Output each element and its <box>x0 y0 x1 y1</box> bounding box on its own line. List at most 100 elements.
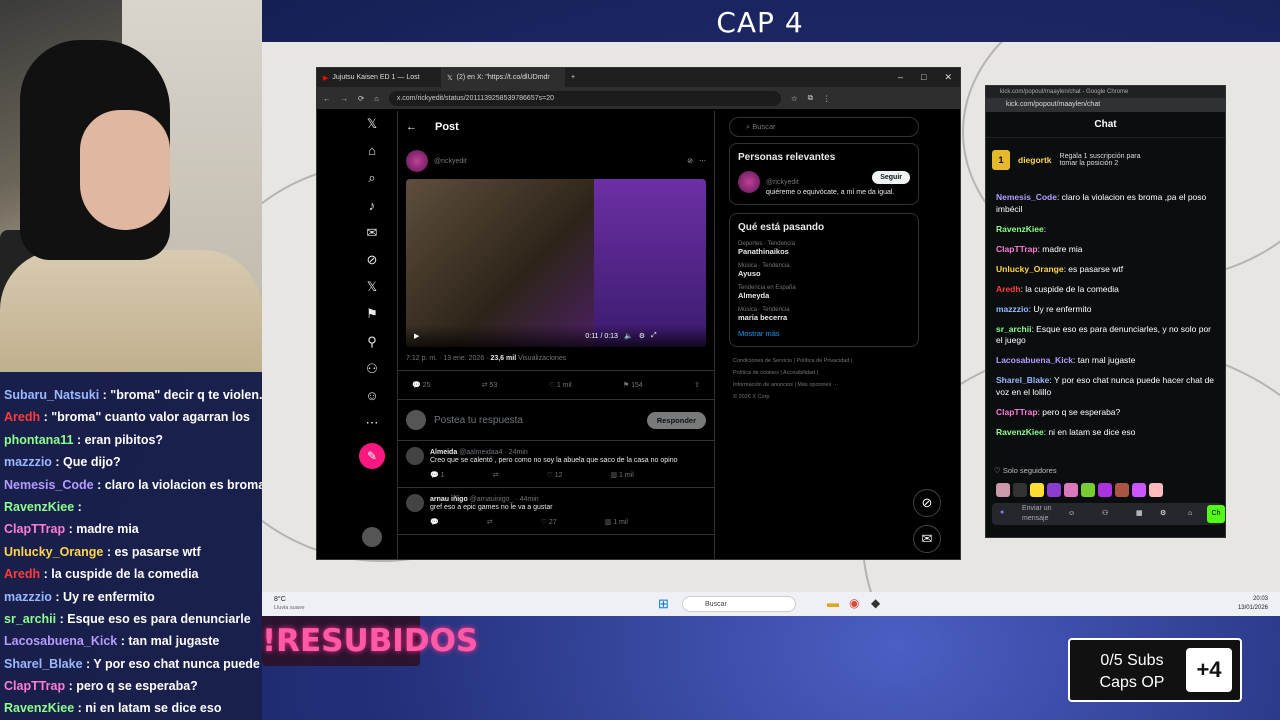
reply-author[interactable]: Almeida <box>430 449 457 456</box>
emote[interactable] <box>1098 483 1112 497</box>
kick-username[interactable]: RavenzKiee <box>996 224 1044 234</box>
reply-repost-icon[interactable]: ⇄ <box>493 471 499 479</box>
more-options-icon[interactable]: ⋯ <box>699 157 706 165</box>
footer-line-3[interactable]: Información de anuncios | Más opciones ·… <box>733 379 919 391</box>
kick-username[interactable]: ClapTTrap <box>996 244 1038 254</box>
video-player[interactable]: ▶ 0:11 / 0:13 🔈 ⚙ ⤢ <box>406 179 706 347</box>
trend-item[interactable]: Deportes · Tendencia Panathinaikos <box>738 241 910 256</box>
kick-username[interactable]: ClapTTrap <box>996 407 1038 417</box>
taskbar-search[interactable]: Buscar <box>682 596 796 612</box>
notifications-icon[interactable]: ♪ <box>365 198 379 213</box>
more-icon[interactable]: ⋯ <box>365 416 379 430</box>
reply-repost-icon[interactable]: ⇄ <box>487 518 493 526</box>
reply-item[interactable]: arnau iñigo @arnauinigo_ · 44min gref eso… <box>398 488 714 535</box>
weather-widget[interactable]: 8°C Lluvia suave <box>274 595 305 613</box>
profile-icon[interactable]: ☺ <box>365 388 379 403</box>
store-icon[interactable]: ▦ <box>1136 509 1143 519</box>
gift-icon[interactable]: ⌂ <box>1188 509 1192 519</box>
like-action[interactable]: ♡ 1 mil <box>549 381 572 389</box>
apps-icon[interactable]: ⚇ <box>1102 509 1108 519</box>
reply-avatar[interactable] <box>406 447 424 465</box>
forward-icon[interactable]: → <box>341 94 349 103</box>
emote[interactable] <box>1149 483 1163 497</box>
show-more-link[interactable]: Mostrar más <box>738 329 910 338</box>
reply-handle[interactable]: @arnauinigo_ · 44min <box>470 496 539 503</box>
back-icon[interactable]: ← <box>323 94 331 103</box>
volume-icon[interactable]: 🔈 <box>624 332 633 340</box>
settings-icon[interactable]: ⚙ <box>639 332 645 340</box>
gifter-name[interactable]: diegortk <box>1018 155 1052 165</box>
file-explorer-icon[interactable]: ▬ <box>827 596 839 610</box>
follow-button[interactable]: Seguir <box>872 171 910 184</box>
settings-icon[interactable]: ⚙ <box>1160 509 1166 519</box>
play-icon[interactable]: ▶ <box>414 332 419 340</box>
author-avatar[interactable] <box>406 150 428 172</box>
home-icon[interactable]: ⌂ <box>374 94 379 103</box>
kick-username[interactable]: Unlucky_Orange <box>996 264 1064 274</box>
trend-item[interactable]: Música · Tendencia Ayuso <box>738 263 910 278</box>
kick-username[interactable]: Lacosabuena_Kick <box>996 355 1073 365</box>
kick-url[interactable]: kick.com/popout/maaylen/chat <box>986 98 1225 112</box>
emote[interactable] <box>1081 483 1095 497</box>
post-author[interactable]: @rickyedit ⊘ ⋯ <box>398 143 714 179</box>
kick-username[interactable]: mazzzio <box>996 304 1029 314</box>
relevant-avatar[interactable] <box>738 171 760 193</box>
premium-icon[interactable]: 𝕏 <box>365 280 379 294</box>
messages-icon[interactable]: ✉ <box>365 225 379 240</box>
extensions-icon[interactable]: ⧉ <box>808 93 813 103</box>
user-avatar[interactable] <box>362 527 382 548</box>
reply-views-icon[interactable]: ▥ 1 mil <box>605 518 628 526</box>
reply-action[interactable]: 💬 25 <box>412 381 430 389</box>
home-icon[interactable]: ⌂ <box>365 144 379 158</box>
minimize-icon[interactable]: – <box>898 72 903 83</box>
emote[interactable] <box>1030 483 1044 497</box>
search-icon[interactable]: ⌕ <box>365 171 379 185</box>
post-button[interactable]: ✎ <box>359 443 385 470</box>
reply-comment-icon[interactable]: 💬 1 <box>430 471 445 479</box>
share-icon[interactable]: ⇪ <box>694 381 700 389</box>
kick-username[interactable]: sr_archii <box>996 324 1031 334</box>
emote[interactable] <box>1013 483 1027 497</box>
reply-like-icon[interactable]: ♡ 27 <box>541 518 557 526</box>
grok-icon[interactable]: ⊘ <box>687 157 693 165</box>
footer-line-1[interactable]: Condiciones de Servicio | Política de Pr… <box>733 355 919 367</box>
mic-icon[interactable]: ● <box>1000 508 1004 518</box>
chrome-icon[interactable]: ◉ <box>849 596 859 610</box>
bookmarks-icon[interactable]: ⚑ <box>365 307 379 321</box>
emote[interactable] <box>996 483 1010 497</box>
close-icon[interactable]: ✕ <box>944 72 952 83</box>
emoji-icon[interactable]: ☺ <box>1068 509 1075 519</box>
reply-like-icon[interactable]: ♡ 12 <box>546 471 562 479</box>
reply-avatar[interactable] <box>406 494 424 512</box>
messages-float-button[interactable]: ✉ <box>913 525 941 553</box>
back-arrow-icon[interactable]: ← <box>406 121 417 133</box>
communities-icon[interactable]: ⚇ <box>365 361 379 376</box>
emote[interactable] <box>1064 483 1078 497</box>
new-tab-icon[interactable]: + <box>565 74 575 81</box>
kick-send-button[interactable]: Ch <box>1207 505 1225 523</box>
kick-username[interactable]: Nemesis_Code <box>996 192 1057 202</box>
bookmark-action[interactable]: ⚑ 154 <box>623 381 643 389</box>
bookmark-star-icon[interactable]: ☆ <box>791 94 798 103</box>
kick-message-input[interactable]: ● Enviar un mensaje ☺ ⚇ ▦ ⚙ ⌂ <box>992 503 1222 525</box>
tab-youtube[interactable]: ▶ Jujutsu Kaisen ED 1 — Lost <box>317 68 441 87</box>
emote[interactable] <box>1047 483 1061 497</box>
tab-x[interactable]: 𝕏 (2) en X: "https://t.co/dlUDmdr <box>441 68 565 87</box>
maximize-icon[interactable]: □ <box>921 72 926 83</box>
start-icon[interactable]: ⊞ <box>658 596 669 612</box>
x-logo-icon[interactable]: 𝕏 <box>365 117 379 131</box>
grok-float-button[interactable]: ⊘ <box>913 489 941 517</box>
search-input[interactable]: ⌕ Buscar <box>729 117 919 137</box>
author-handle[interactable]: @rickyedit <box>434 158 467 165</box>
emote[interactable] <box>1132 483 1146 497</box>
trend-item[interactable]: Tendencia en España Almeyda <box>738 285 910 300</box>
reply-handle[interactable]: @aalmeidaa4 · 24min <box>459 449 528 456</box>
reply-author[interactable]: arnau iñigo <box>430 496 468 503</box>
post-timestamp[interactable]: 7:12 p. m. · 13 ene. 2026 · <box>406 355 490 362</box>
grok-icon[interactable]: ⊘ <box>365 252 379 267</box>
app-icon[interactable]: ◆ <box>871 596 880 610</box>
kick-username[interactable]: Sharel_Blake <box>996 375 1049 385</box>
reload-icon[interactable]: ⟳ <box>358 94 364 103</box>
kick-username[interactable]: Aredh <box>996 284 1021 294</box>
reply-views-icon[interactable]: ▥ 1 mil <box>610 471 633 479</box>
